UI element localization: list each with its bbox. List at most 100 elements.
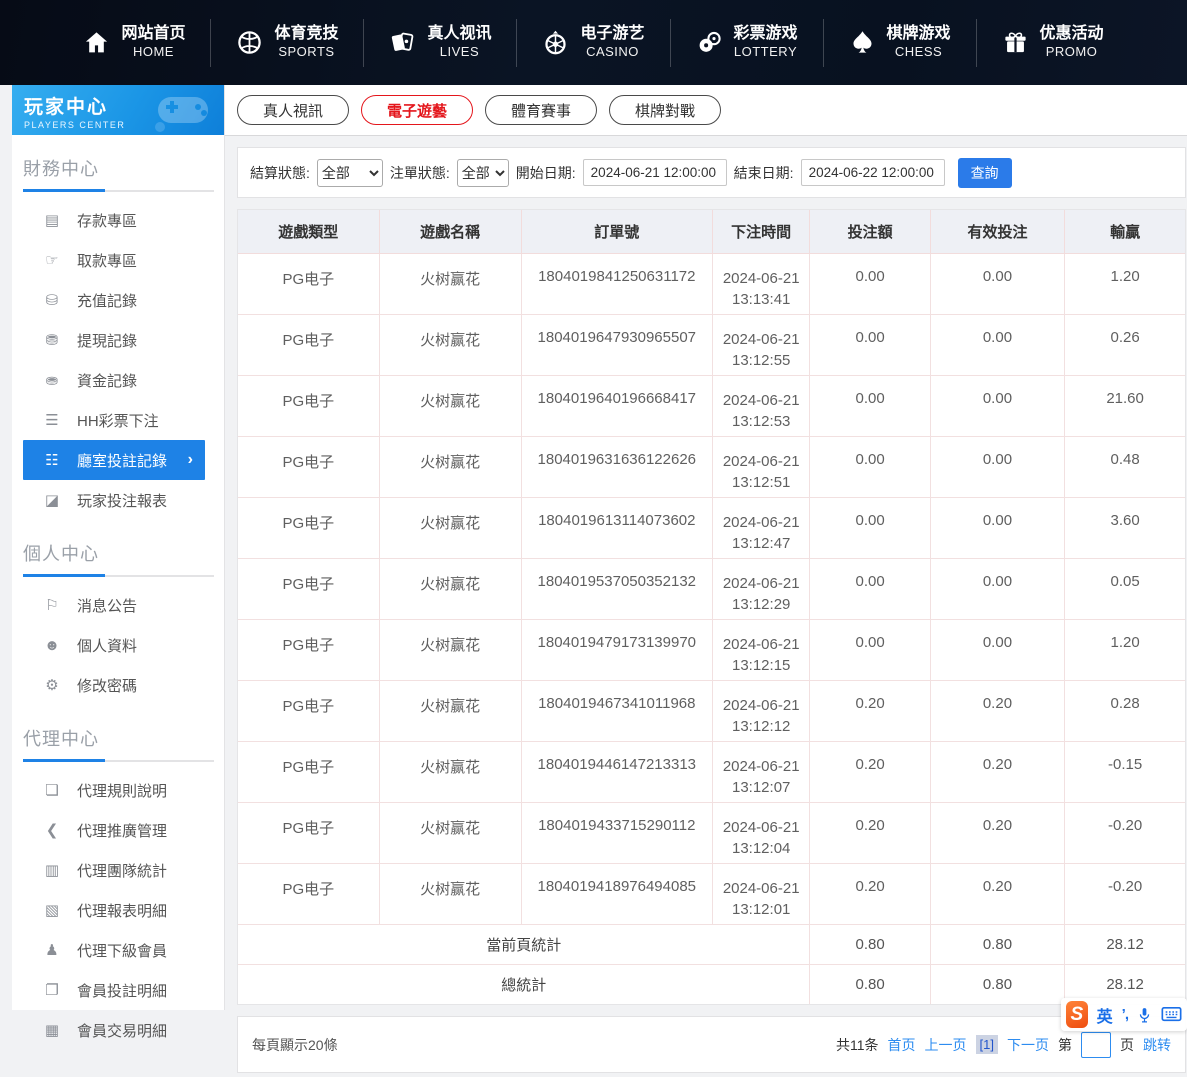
first-page-link[interactable]: 首页 <box>888 1035 916 1055</box>
sidebar-item[interactable]: ☰ HH彩票下注 <box>12 400 224 440</box>
sidebar-item[interactable]: ☷ 廳室投註記錄 › <box>23 440 205 480</box>
topnav-item[interactable]: 体育竞技 SPORTS <box>211 19 364 67</box>
cell-win-loss: -0.20 <box>1065 802 1185 863</box>
sidebar-item-label: 取款專區 <box>77 250 137 271</box>
cell-bet-time: 2024-06-21 13:12:07 <box>712 741 810 802</box>
keyboard-icon[interactable] <box>1161 1007 1182 1022</box>
bet-records-table: 遊戲類型遊戲名稱訂單號下注時間投注額有效投注輸贏 PG电子 火树赢花 18040… <box>238 210 1185 1004</box>
top-navigation-bar: 网站首页 HOME 体育竞技 SPORTS 真人视讯 LIVES 电子游艺 CA… <box>0 0 1187 85</box>
roulette-icon <box>542 29 569 56</box>
nav-label-zh: 优惠活动 <box>1040 24 1104 44</box>
sidebar-item[interactable]: ⛃ 提現記錄 <box>12 320 224 360</box>
gamepad-icon <box>146 89 216 133</box>
cell-game-name: 火树赢花 <box>379 619 521 680</box>
withdraw-record-icon: ⛃ <box>42 331 62 349</box>
settle-status-select[interactable]: 全部 <box>317 159 383 187</box>
ime-punctuation-toggle[interactable]: ’, <box>1122 1006 1128 1023</box>
sidebar-item[interactable]: ♟ 代理下級會員 <box>12 930 224 970</box>
profile-person-icon: ☻ <box>42 637 62 654</box>
column-header: 輸贏 <box>1065 210 1185 253</box>
sidebar-item[interactable]: ❏ 代理規則說明 <box>12 770 224 810</box>
nav-label-en: LOTTERY <box>734 44 797 60</box>
topnav-item[interactable]: 真人视讯 LIVES <box>364 19 517 67</box>
cell-valid-bet: 0.00 <box>930 619 1064 680</box>
sogou-logo-icon[interactable]: S <box>1066 1001 1088 1028</box>
cell-game-type: PG电子 <box>238 802 379 863</box>
cell-game-name: 火树赢花 <box>379 741 521 802</box>
category-tab[interactable]: 棋牌對戰 <box>609 95 721 125</box>
next-page-link[interactable]: 下一页 <box>1007 1035 1049 1055</box>
filter-panel: 結算狀態: 全部 注單狀態: 全部 開始日期: 結束日期: 查詢 <box>237 147 1186 198</box>
summary-bet-amount: 0.80 <box>810 924 930 964</box>
sidebar-item[interactable]: ❐ 會員投註明細 <box>12 970 224 1010</box>
ime-language-toggle[interactable]: 英 <box>1097 1003 1113 1027</box>
sidebar-item[interactable]: ⛁ 充值記錄 <box>12 280 224 320</box>
cell-bet-time: 2024-06-21 13:12:15 <box>712 619 810 680</box>
sidebar-item[interactable]: ▦ 會員交易明細 <box>12 1010 224 1050</box>
microphone-icon[interactable] <box>1137 1006 1152 1024</box>
summary-bet-amount: 0.80 <box>810 964 930 1004</box>
nav-label-zh: 真人视讯 <box>427 24 491 44</box>
category-tab[interactable]: 真人視訊 <box>237 95 349 125</box>
home-icon <box>83 29 110 56</box>
sidebar-section-title: 個人中心 <box>12 536 224 566</box>
topnav-item[interactable]: 网站首页 HOME <box>58 19 211 67</box>
cell-valid-bet: 0.00 <box>930 375 1064 436</box>
sidebar-item[interactable]: ⛂ 資金記錄 <box>12 360 224 400</box>
end-date-input[interactable] <box>801 159 945 186</box>
sidebar-item-label: 廳室投註記錄 <box>77 450 167 471</box>
spade-icon <box>849 29 876 56</box>
order-status-select[interactable]: 全部 <box>457 159 509 187</box>
players-center-header: 玩家中心 PLAYERS CENTER <box>12 85 224 135</box>
cell-valid-bet: 0.20 <box>930 680 1064 741</box>
sidebar-item[interactable]: ❮ 代理推廣管理 <box>12 810 224 850</box>
table-row: PG电子 火树赢花 1804019841250631172 2024-06-21… <box>238 253 1185 314</box>
sidebar-item-label: 會員投註明細 <box>77 980 167 1001</box>
sidebar-item[interactable]: ▤ 存款專區 <box>12 200 224 240</box>
bet-records-table-panel: 遊戲類型遊戲名稱訂單號下注時間投注額有效投注輸贏 PG电子 火树赢花 18040… <box>237 209 1186 1005</box>
start-date-input[interactable] <box>583 159 727 186</box>
cell-bet-time: 2024-06-21 13:13:41 <box>712 253 810 314</box>
sidebar-item[interactable]: ◪ 玩家投注報表 <box>12 480 224 520</box>
topnav-item[interactable]: 彩票游戏 LOTTERY <box>671 19 824 67</box>
total-count-text: 共11条 <box>836 1035 879 1055</box>
cell-valid-bet: 0.00 <box>930 497 1064 558</box>
topnav-item[interactable]: 棋牌游戏 CHESS <box>824 19 977 67</box>
category-tab[interactable]: 電子遊藝 <box>361 95 473 125</box>
table-row: PG电子 火树赢花 1804019647930965507 2024-06-21… <box>238 314 1185 375</box>
cell-game-type: PG电子 <box>238 680 379 741</box>
table-row: PG电子 火树赢花 1804019467341011968 2024-06-21… <box>238 680 1185 741</box>
query-button[interactable]: 查詢 <box>958 158 1012 188</box>
jump-button[interactable]: 跳转 <box>1143 1035 1171 1055</box>
sidebar-item-label: 代理下級會員 <box>77 940 167 961</box>
cell-order-number: 1804019613114073602 <box>521 497 712 558</box>
column-header: 訂單號 <box>521 210 712 253</box>
table-row: PG电子 火树赢花 1804019433715290112 2024-06-21… <box>238 802 1185 863</box>
page-jump-input[interactable] <box>1081 1032 1111 1058</box>
table-row: PG电子 火树赢花 1804019479173139970 2024-06-21… <box>238 619 1185 680</box>
topnav-item[interactable]: 电子游艺 CASINO <box>517 19 670 67</box>
sidebar-item[interactable]: ⚙ 修改密碼 <box>12 665 224 705</box>
cell-bet-amount: 0.00 <box>810 436 930 497</box>
sidebar-item[interactable]: ⚐ 消息公告 <box>12 585 224 625</box>
sidebar-item-label: HH彩票下注 <box>77 410 159 431</box>
sidebar-item[interactable]: ☻ 個人資料 <box>12 625 224 665</box>
category-tab[interactable]: 體育賽事 <box>485 95 597 125</box>
nav-label-zh: 体育竞技 <box>274 24 338 44</box>
sidebar-item[interactable]: ☞ 取款專區 <box>12 240 224 280</box>
sidebar-item-label: 資金記錄 <box>77 370 137 391</box>
cell-bet-time: 2024-06-21 13:12:53 <box>712 375 810 436</box>
table-row: PG电子 火树赢花 1804019613114073602 2024-06-21… <box>238 497 1185 558</box>
pager: 共11条 首页 上一页 1 下一页 第 页 跳转 <box>836 1032 1171 1058</box>
topnav-item[interactable]: 优惠活动 PROMO <box>977 19 1129 67</box>
sidebar-item[interactable]: ▥ 代理團隊統計 <box>12 850 224 890</box>
sidebar-section: 代理中心 ❏ 代理規則說明 ❮ 代理推廣管理 ▥ 代理團隊統計 ▧ 代理報表明細… <box>12 705 224 1050</box>
agent-report-detail-icon: ▧ <box>42 901 62 919</box>
sidebar-item[interactable]: ▧ 代理報表明細 <box>12 890 224 930</box>
prev-page-link[interactable]: 上一页 <box>925 1035 967 1055</box>
table-row: PG电子 火树赢花 1804019537050352132 2024-06-21… <box>238 558 1185 619</box>
room-bet-record-icon: ☷ <box>42 451 62 469</box>
member-bet-detail-icon: ❐ <box>42 981 62 999</box>
cell-game-type: PG电子 <box>238 741 379 802</box>
cell-win-loss: 21.60 <box>1065 375 1185 436</box>
